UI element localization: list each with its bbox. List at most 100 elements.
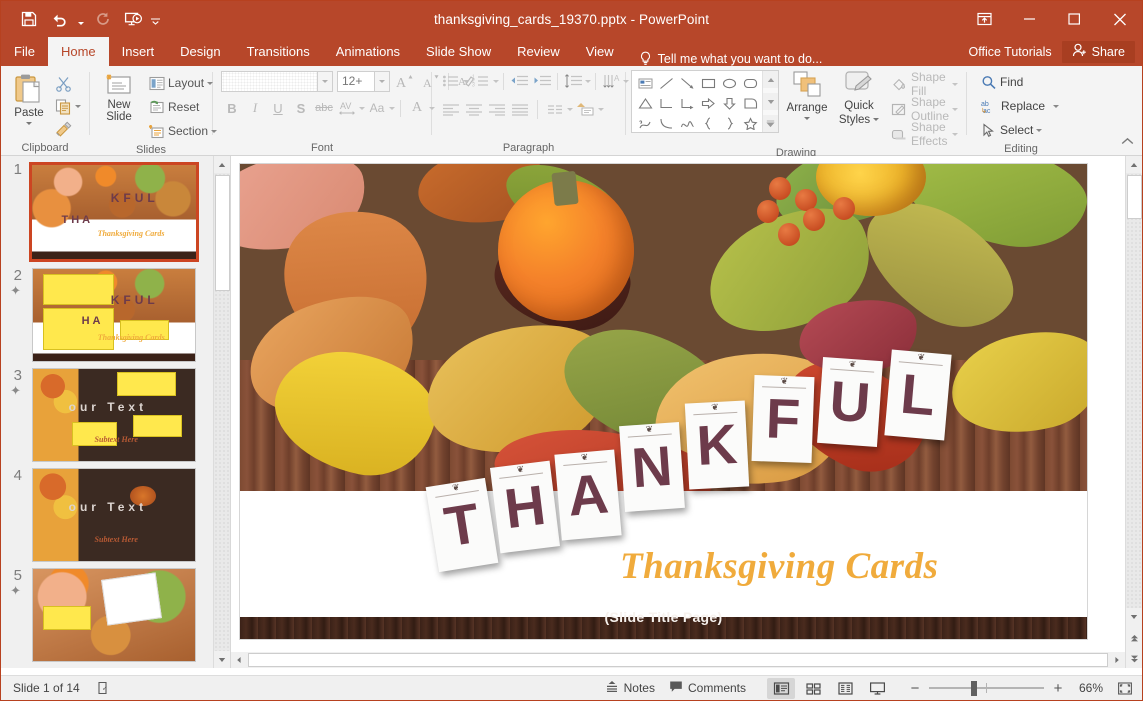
justify-button[interactable] (509, 98, 531, 120)
select-dropdown-icon[interactable] (1036, 128, 1043, 132)
letter-card-n[interactable]: N (619, 422, 685, 512)
shapes-more-icon[interactable] (763, 115, 778, 132)
slide-counter[interactable]: Slide 1 of 14 (13, 681, 80, 695)
maximize-icon[interactable] (1052, 4, 1097, 34)
align-left-button[interactable] (440, 98, 462, 120)
minimize-icon[interactable] (1007, 4, 1052, 34)
undo-dropdown-icon[interactable] (75, 6, 87, 32)
shape-left-brace-icon[interactable] (697, 112, 719, 134)
fit-slide-to-window-icon[interactable] (1114, 678, 1136, 698)
paste-button[interactable]: Paste (6, 70, 52, 125)
slide-horizontal-scroll-thumb[interactable] (248, 653, 1108, 667)
line-spacing-dropdown-icon[interactable] (585, 79, 591, 83)
thumbnail-scroll-up-icon[interactable] (214, 156, 230, 173)
section-button[interactable]: Section (145, 120, 221, 142)
list-item[interactable]: 1 THA KFUL Thanksgiving Cards (1, 156, 213, 262)
start-presentation-icon[interactable] (119, 6, 147, 32)
normal-view-icon[interactable] (767, 677, 795, 699)
increase-indent-button[interactable] (531, 70, 553, 92)
shape-arrow-icon[interactable] (676, 72, 698, 94)
bullets-dropdown-icon[interactable] (463, 79, 469, 83)
columns-dropdown-icon[interactable] (567, 107, 573, 111)
slide-scroll-up-icon[interactable] (1126, 156, 1142, 173)
change-case-button[interactable]: Aa (366, 97, 388, 119)
shape-right-brace-icon[interactable] (718, 112, 740, 134)
change-case-dropdown-icon[interactable] (389, 106, 395, 110)
font-name-dropdown-icon[interactable] (318, 70, 333, 92)
spell-check-icon[interactable]: ✓ (92, 679, 117, 697)
font-name-input[interactable] (221, 70, 318, 92)
font-size-dropdown-icon[interactable] (375, 70, 390, 92)
replace-dropdown-icon[interactable] (1053, 104, 1060, 108)
shape-down-arrow-icon[interactable] (718, 92, 740, 114)
quick-styles-button[interactable]: Quick Styles (835, 70, 883, 126)
shape-triangle-icon[interactable] (634, 92, 656, 114)
quick-styles-dropdown-icon[interactable] (873, 117, 880, 121)
paste-dropdown-icon[interactable] (26, 122, 32, 125)
slide-thumbnail-pane[interactable]: 1 THA KFUL Thanksgiving Cards 2 ✦ HA KFU… (1, 156, 231, 668)
text-direction-button[interactable]: A (600, 70, 622, 92)
numbering-dropdown-icon[interactable] (493, 79, 499, 83)
arrange-button[interactable]: Arrange (783, 70, 831, 120)
ribbon-display-options-icon[interactable] (962, 4, 1007, 34)
notes-button[interactable]: Notes (600, 678, 660, 698)
letter-card-k[interactable]: K (684, 400, 750, 490)
line-spacing-button[interactable] (562, 70, 584, 92)
tab-transitions[interactable]: Transitions (234, 37, 323, 66)
cut-button[interactable] (52, 72, 74, 94)
thumbnail-scrollbar[interactable] (213, 156, 230, 668)
tab-view[interactable]: View (573, 37, 627, 66)
align-center-button[interactable] (463, 98, 485, 120)
arrange-dropdown-icon[interactable] (804, 117, 810, 120)
columns-button[interactable] (544, 98, 566, 120)
office-tutorials-link[interactable]: Office Tutorials (959, 45, 1062, 59)
collapse-ribbon-icon[interactable] (1116, 130, 1138, 152)
shape-outline-dropdown-icon[interactable] (952, 107, 959, 111)
shapes-scroll-down-icon[interactable] (763, 93, 778, 110)
share-button[interactable]: Share (1061, 40, 1135, 63)
format-painter-button[interactable] (52, 118, 74, 140)
align-right-button[interactable] (486, 98, 508, 120)
zoom-level-label[interactable]: 66% (1072, 681, 1110, 695)
shape-freeform-icon[interactable] (676, 112, 698, 134)
shape-right-arrow-icon[interactable] (697, 92, 719, 114)
tab-slide-show[interactable]: Slide Show (413, 37, 504, 66)
font-size-input[interactable]: 12+ (337, 70, 375, 92)
shape-fill-button[interactable]: Shape Fill (887, 70, 962, 98)
letter-card-h[interactable]: H (489, 460, 561, 554)
shape-oval-icon[interactable] (718, 72, 740, 94)
copy-button[interactable] (52, 95, 74, 117)
slide-scroll-down-icon[interactable] (1126, 608, 1142, 625)
shapes-gallery[interactable] (632, 71, 762, 132)
list-item[interactable]: 3 ✦ our Text Subtext Here (1, 362, 213, 462)
shape-rounded-rectangle-icon[interactable] (739, 72, 761, 94)
save-icon[interactable] (15, 6, 43, 32)
slide-thumbnail-1[interactable]: THA KFUL Thanksgiving Cards (29, 162, 199, 262)
shape-curve-icon[interactable] (655, 112, 677, 134)
letter-card-l[interactable]: L (884, 349, 952, 441)
slide-thumbnail-5[interactable] (32, 568, 196, 662)
slide-scroll-right-icon[interactable] (1109, 652, 1125, 668)
find-button[interactable]: Find (977, 71, 1027, 93)
shape-star-icon[interactable] (739, 112, 761, 134)
replace-button[interactable]: ab ac ↳ Replace (977, 95, 1063, 117)
bold-button[interactable]: B (221, 97, 243, 119)
shape-elbow-connector-icon[interactable] (655, 92, 677, 114)
increase-font-size-button[interactable]: A (394, 70, 416, 92)
letter-card-u[interactable]: U (817, 357, 883, 447)
tab-design[interactable]: Design (167, 37, 233, 66)
shape-effects-dropdown-icon[interactable] (952, 132, 959, 136)
thumbnail-scroll-thumb[interactable] (215, 175, 230, 291)
tell-me-search[interactable]: Tell me what you want to do... (627, 51, 822, 66)
numbering-button[interactable]: 123 (470, 70, 492, 92)
slide-vertical-scrollbar[interactable] (1125, 156, 1142, 668)
bullets-button[interactable] (440, 70, 462, 92)
slide-scroll-left-icon[interactable] (231, 652, 247, 668)
underline-button[interactable]: U (267, 97, 289, 119)
reading-view-icon[interactable] (831, 678, 859, 699)
tab-review[interactable]: Review (504, 37, 573, 66)
zoom-out-button[interactable]: − (905, 678, 925, 698)
strikethrough-button[interactable]: abc (313, 97, 335, 119)
close-icon[interactable] (1097, 4, 1142, 34)
text-shadow-button[interactable]: S (290, 97, 312, 119)
